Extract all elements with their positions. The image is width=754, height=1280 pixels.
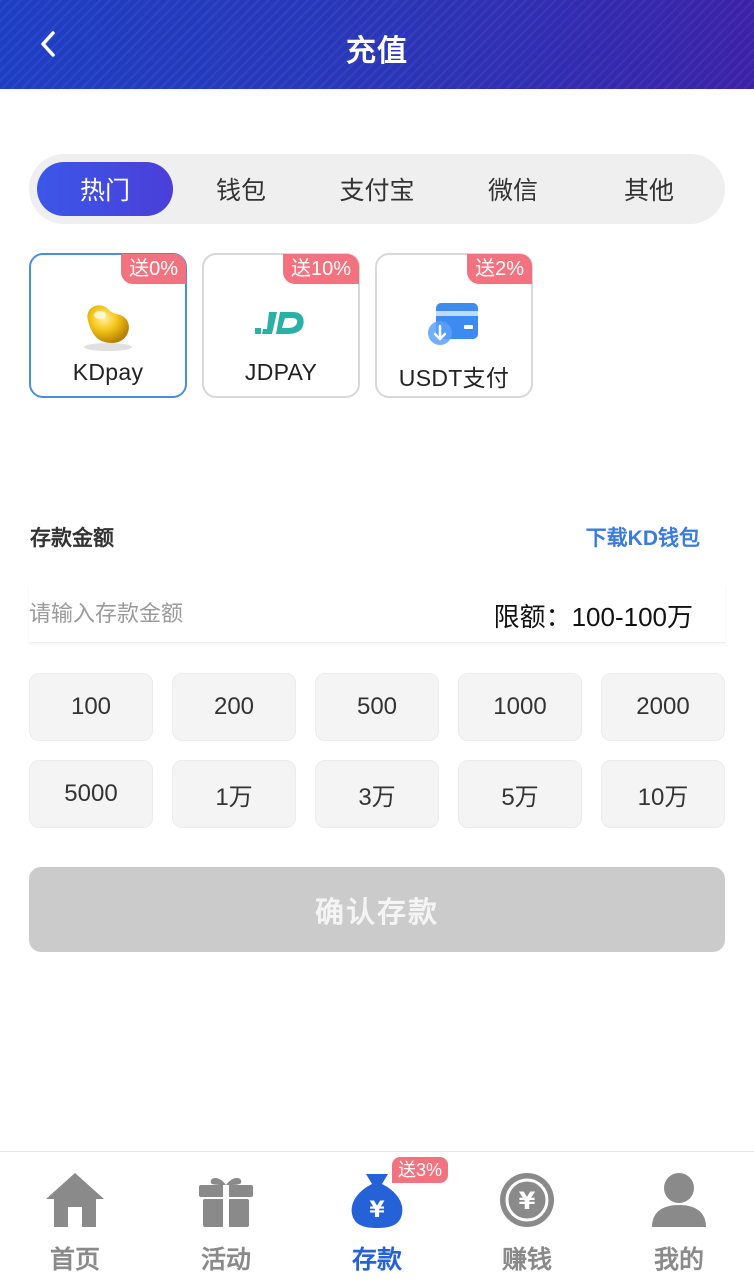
- nav-label: 赚钱: [501, 1246, 552, 1274]
- quick-amount-chip[interactable]: 5000: [29, 760, 153, 828]
- payment-name: USDT支付: [398, 365, 510, 391]
- tab-other[interactable]: 其他: [581, 162, 717, 216]
- page-title: 充值: [346, 35, 408, 68]
- nav-label: 活动: [200, 1246, 251, 1274]
- svg-text:¥: ¥: [369, 1198, 385, 1223]
- limit-text: 限额：100-100万: [493, 602, 693, 632]
- amount-input[interactable]: [29, 593, 429, 635]
- quick-amount-chip[interactable]: 200: [172, 673, 296, 741]
- quick-amount-chip[interactable]: 1000: [458, 673, 582, 741]
- bonus-badge: 送10%: [282, 254, 359, 284]
- payment-card-usdt[interactable]: 送2% USDT支付: [375, 253, 533, 398]
- confirm-deposit-button[interactable]: 确认存款: [29, 867, 725, 952]
- tab-wechat[interactable]: 微信: [445, 162, 581, 216]
- bonus-badge: 送2%: [467, 254, 532, 284]
- payment-name: KDpay: [72, 359, 144, 385]
- quick-amount-chip[interactable]: 10万: [601, 760, 725, 828]
- tab-hot[interactable]: 热门: [37, 162, 173, 216]
- gold-bean-icon: [31, 295, 185, 355]
- quick-amount-chip[interactable]: 100: [29, 673, 153, 741]
- top-bar: 充值: [0, 0, 754, 89]
- quick-amount-chip[interactable]: 2000: [601, 673, 725, 741]
- quick-amount-chip[interactable]: 1万: [172, 760, 296, 828]
- amount-input-row: 限额：100-100万: [29, 585, 725, 643]
- deposit-bonus-badge: 送3%: [392, 1157, 449, 1183]
- card-download-icon: [377, 295, 531, 355]
- payment-card-kdpay[interactable]: 送0% KDpay: [29, 253, 187, 398]
- nav-label: 存款: [351, 1246, 402, 1274]
- payment-name: JDPAY: [244, 359, 318, 385]
- download-wallet-link[interactable]: 下载KD钱包: [586, 522, 700, 552]
- nav-item-earn[interactable]: ¥ 赚钱: [467, 1162, 587, 1274]
- payment-card-jdpay[interactable]: 送10% JDPAY: [202, 253, 360, 398]
- nav-item-activity[interactable]: 活动: [166, 1162, 286, 1274]
- bonus-badge: 送0%: [121, 254, 186, 284]
- nav-label: 我的: [653, 1246, 704, 1274]
- home-icon: [15, 1168, 135, 1232]
- nav-item-mine[interactable]: 我的: [619, 1162, 739, 1274]
- tab-wallet[interactable]: 钱包: [173, 162, 309, 216]
- nav-label: 首页: [49, 1246, 100, 1274]
- user-icon: [619, 1168, 739, 1232]
- bottom-nav: 首页 活动 ¥ 存款 ¥ 赚钱 我的: [0, 1151, 754, 1280]
- quick-amount-chip[interactable]: 3万: [315, 760, 439, 828]
- tab-alipay[interactable]: 支付宝: [309, 162, 445, 216]
- gift-icon: [166, 1168, 286, 1232]
- svg-text:¥: ¥: [519, 1187, 536, 1215]
- jdpay-logo-icon: [204, 295, 358, 355]
- category-tabs: 热门 钱包 支付宝 微信 其他: [29, 154, 725, 224]
- quick-amount-chip[interactable]: 500: [315, 673, 439, 741]
- quick-amount-chip[interactable]: 5万: [458, 760, 582, 828]
- nav-item-home[interactable]: 首页: [15, 1162, 135, 1274]
- yuan-coin-icon: ¥: [467, 1168, 587, 1232]
- amount-label: 存款金额: [30, 527, 114, 550]
